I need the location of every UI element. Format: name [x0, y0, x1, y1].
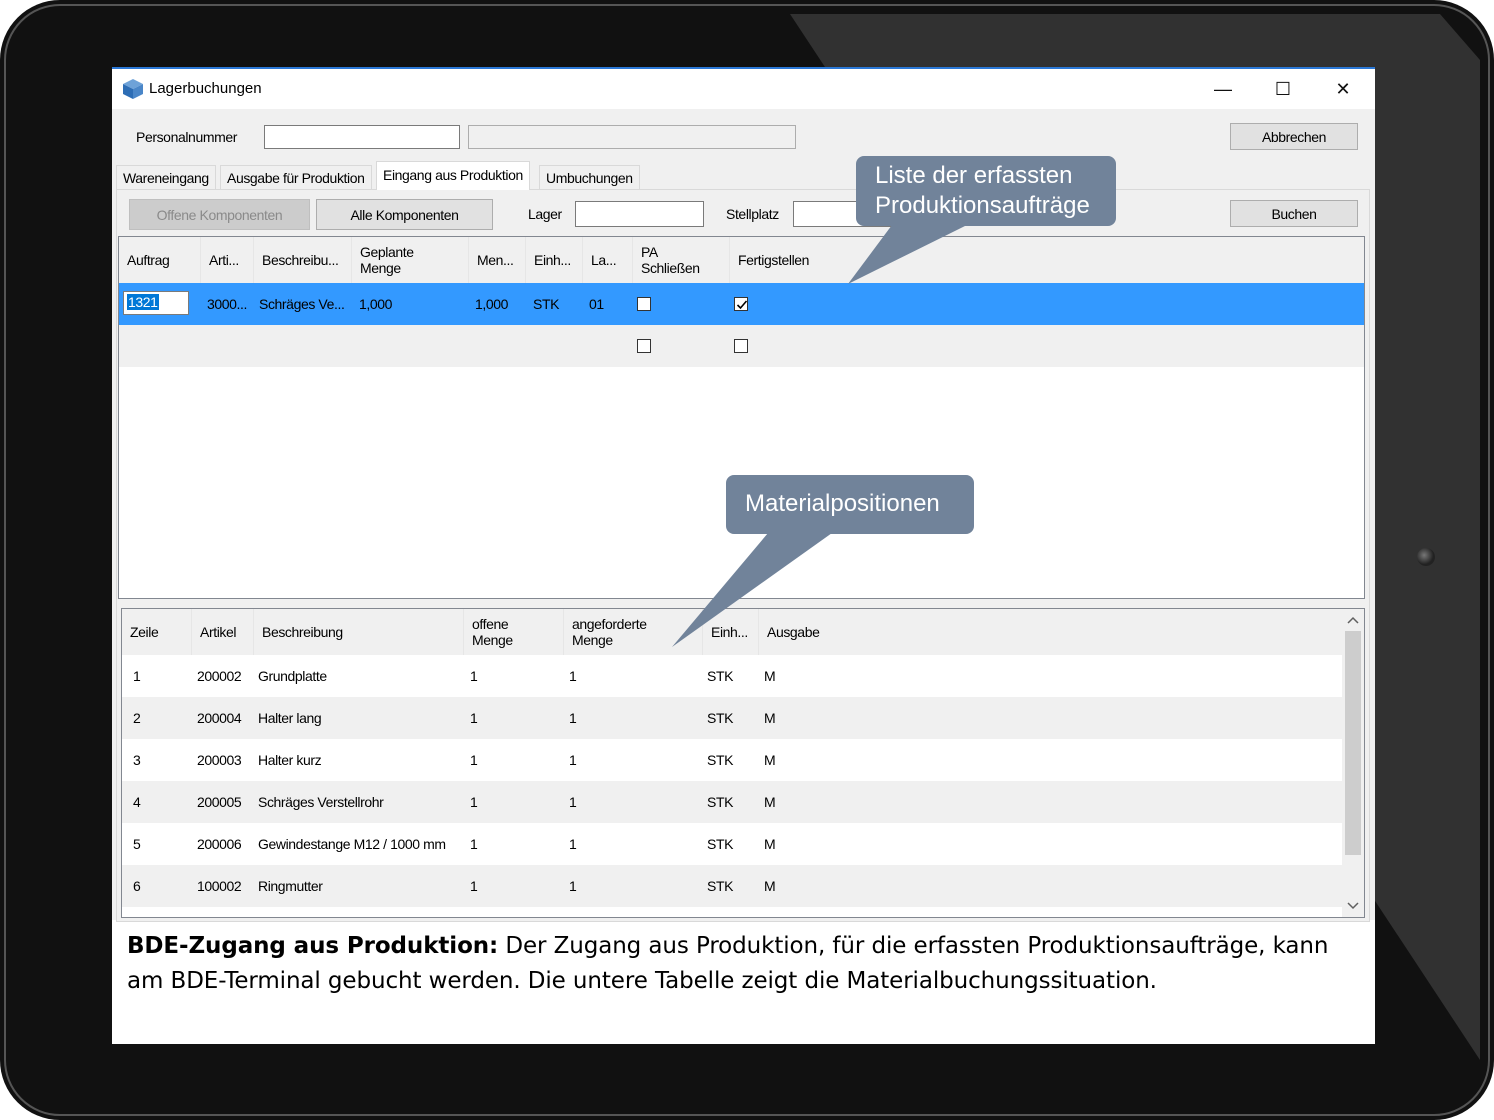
- tab-eingang-aus-produktion[interactable]: Eingang aus Produktion: [376, 161, 530, 190]
- callout-pointer-materials: [672, 533, 832, 647]
- callout-materials: Materialpositionen: [726, 475, 974, 534]
- tablet-frame: Lagerbuchungen — ☐ ✕ Personalnummer Abbr…: [0, 0, 1494, 1120]
- callout-orders: Liste der erfassten Produktionsaufträge: [856, 156, 1116, 226]
- callout-pointer-orders: [848, 225, 967, 284]
- screen: Lagerbuchungen — ☐ ✕ Personalnummer Abbr…: [112, 67, 1375, 1044]
- caption-bold: BDE-Zugang aus Produktion:: [127, 933, 499, 959]
- caption: BDE-Zugang aus Produktion: Der Zugang au…: [127, 929, 1357, 999]
- camera-icon: [1417, 548, 1435, 566]
